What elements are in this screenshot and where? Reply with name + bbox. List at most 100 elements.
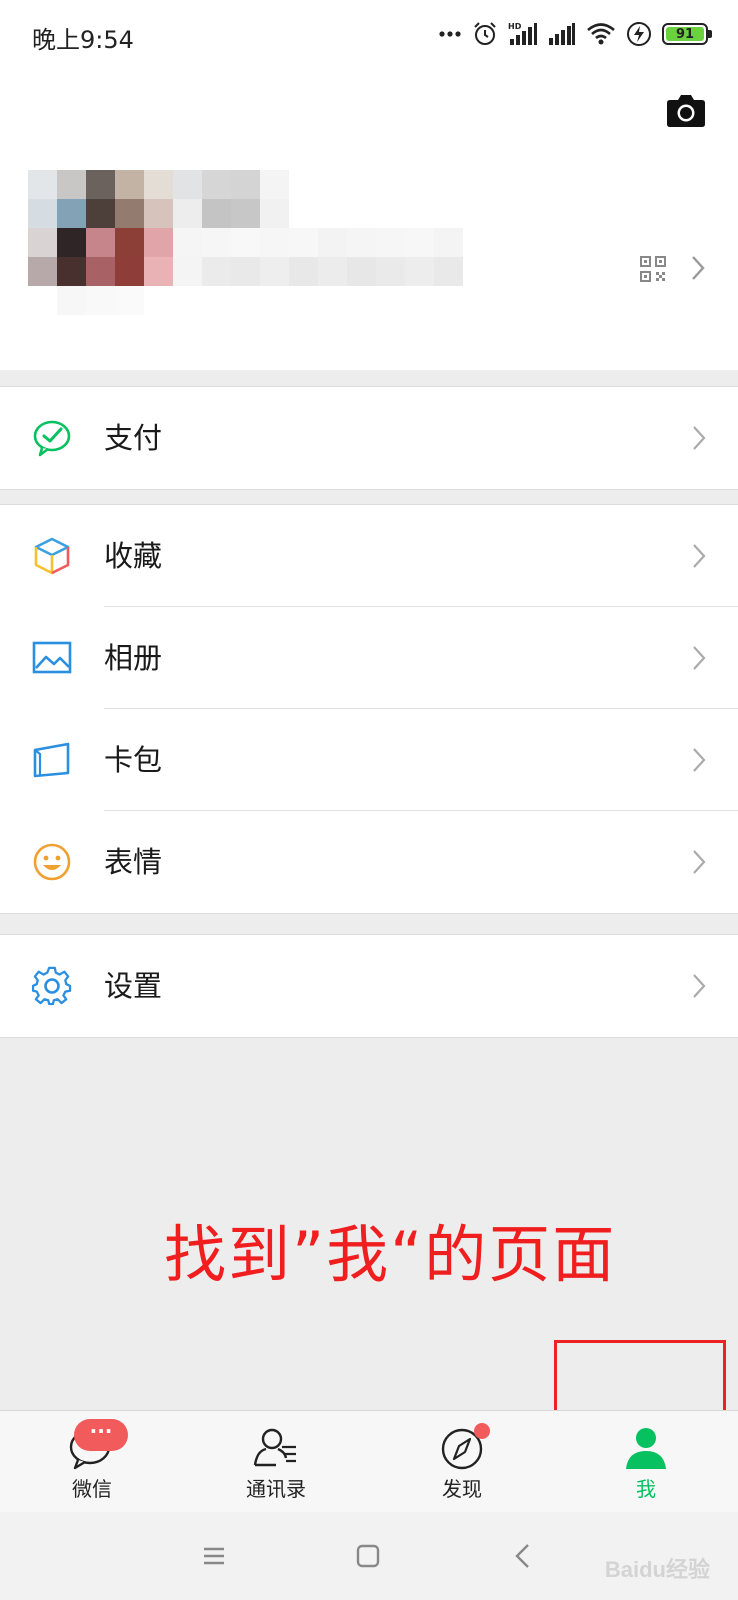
home-icon[interactable] — [352, 1540, 384, 1572]
menu-item-settings[interactable]: 设置 — [0, 935, 738, 1037]
mosaic-pixel — [260, 257, 289, 286]
menu-label: 支付 — [104, 421, 163, 455]
bottom-tab-bar: ··· 微信 通讯录 发现 我 — [0, 1410, 738, 1512]
menu-item-favorites[interactable]: 收藏 — [0, 505, 738, 607]
mosaic-pixel — [115, 286, 144, 315]
chevron-right-icon[interactable] — [690, 254, 706, 282]
tab-label: 通讯录 — [246, 1477, 306, 1501]
mosaic-pixel — [28, 170, 57, 199]
tab-label: 发现 — [442, 1477, 482, 1501]
menu-item-album[interactable]: 相册 — [0, 607, 738, 709]
mosaic-pixel — [260, 228, 289, 257]
mosaic-pixel — [231, 170, 260, 199]
menu-label: 设置 — [104, 969, 163, 1003]
mosaic-pixel — [115, 257, 144, 286]
mosaic-pixel — [115, 228, 144, 257]
mosaic-pixel — [202, 170, 231, 199]
mosaic-pixel — [347, 257, 376, 286]
chevron-right-icon — [693, 850, 706, 874]
menu-label: 收藏 — [104, 539, 163, 573]
album-icon — [32, 641, 72, 674]
mosaic-pixel — [173, 170, 202, 199]
mosaic-pixel — [144, 199, 173, 228]
mosaic-pixel — [260, 199, 289, 228]
mosaic-pixel — [115, 199, 144, 228]
tab-me[interactable]: 我 — [586, 1411, 706, 1513]
mosaic-pixel — [86, 199, 115, 228]
qr-code-icon[interactable] — [640, 256, 666, 282]
mosaic-pixel — [231, 199, 260, 228]
alarm-icon — [474, 22, 496, 45]
chevron-right-icon — [693, 544, 706, 568]
menu-item-pay[interactable]: 支付 — [0, 387, 738, 489]
menu-item-stickers[interactable]: 表情 — [0, 811, 738, 913]
person-icon — [626, 1428, 666, 1469]
mosaic-pixel — [28, 257, 57, 286]
mosaic-pixel — [289, 257, 318, 286]
mosaic-pixel — [86, 257, 115, 286]
mosaic-pixel — [173, 199, 202, 228]
back-icon[interactable] — [508, 1540, 540, 1572]
mosaic-pixel — [318, 228, 347, 257]
status-icons: HD 91 — [438, 18, 712, 50]
mosaic-pixel — [86, 170, 115, 199]
tab-label: 我 — [636, 1477, 656, 1501]
wechat-pay-icon — [33, 420, 71, 457]
status-time: 晚上9:54 — [32, 26, 134, 54]
tab-contacts[interactable]: 通讯录 — [216, 1411, 336, 1513]
mosaic-pixel — [376, 228, 405, 257]
menu-label: 卡包 — [104, 743, 163, 777]
mosaic-pixel — [376, 257, 405, 286]
mosaic-pixel — [86, 286, 115, 315]
card-wallet-icon — [33, 742, 70, 778]
chevron-right-icon — [693, 426, 706, 450]
mosaic-pixel — [57, 228, 86, 257]
smile-icon — [33, 843, 71, 881]
mosaic-pixel — [260, 170, 289, 199]
hd-signal-icon: HD — [508, 22, 537, 45]
chevron-right-icon — [693, 646, 706, 670]
battery-icon: 91 — [662, 23, 712, 45]
mosaic-pixel — [57, 286, 86, 315]
mosaic-pixel — [405, 257, 434, 286]
mosaic-pixel — [28, 228, 57, 257]
tab-discover[interactable]: 发现 — [402, 1411, 522, 1513]
profile-header[interactable] — [0, 70, 738, 370]
mosaic-pixel — [173, 257, 202, 286]
mosaic-pixel — [57, 199, 86, 228]
mosaic-pixel — [202, 257, 231, 286]
favorites-cube-icon — [34, 537, 70, 575]
notification-dot — [474, 1423, 490, 1439]
gear-icon — [32, 966, 72, 1006]
mosaic-pixel — [231, 228, 260, 257]
battery-level: 91 — [666, 27, 704, 42]
mosaic-pixel — [86, 228, 115, 257]
mosaic-pixel — [318, 257, 347, 286]
watermark: Baidu经验 — [604, 1557, 710, 1582]
group-settings: 设置 — [0, 934, 738, 1038]
group-main: 收藏 相册 卡包 表情 — [0, 504, 738, 914]
mosaic-pixel — [115, 170, 144, 199]
menu-icon[interactable] — [198, 1540, 230, 1572]
mosaic-pixel — [434, 257, 463, 286]
mosaic-pixel — [434, 228, 463, 257]
svg-text:HD: HD — [508, 22, 522, 31]
wifi-icon — [587, 23, 615, 45]
signal-icon — [549, 23, 575, 45]
menu-label: 相册 — [104, 641, 163, 675]
mosaic-pixel — [231, 257, 260, 286]
group-pay: 支付 — [0, 386, 738, 490]
blurred-avatar[interactable] — [28, 170, 468, 390]
chevron-right-icon — [693, 974, 706, 998]
mosaic-pixel — [144, 228, 173, 257]
camera-icon[interactable] — [666, 94, 706, 128]
annotation-text: 找到”我“的页面 — [164, 1218, 617, 1291]
status-bar: 晚上9:54 HD 91 — [0, 0, 738, 70]
mosaic-pixel — [202, 199, 231, 228]
mosaic-pixel — [144, 257, 173, 286]
mosaic-pixel — [202, 228, 231, 257]
tab-chats[interactable]: ··· 微信 — [32, 1411, 152, 1513]
tab-label: 微信 — [72, 1477, 112, 1501]
charging-icon — [627, 22, 651, 46]
menu-item-cards[interactable]: 卡包 — [0, 709, 738, 811]
